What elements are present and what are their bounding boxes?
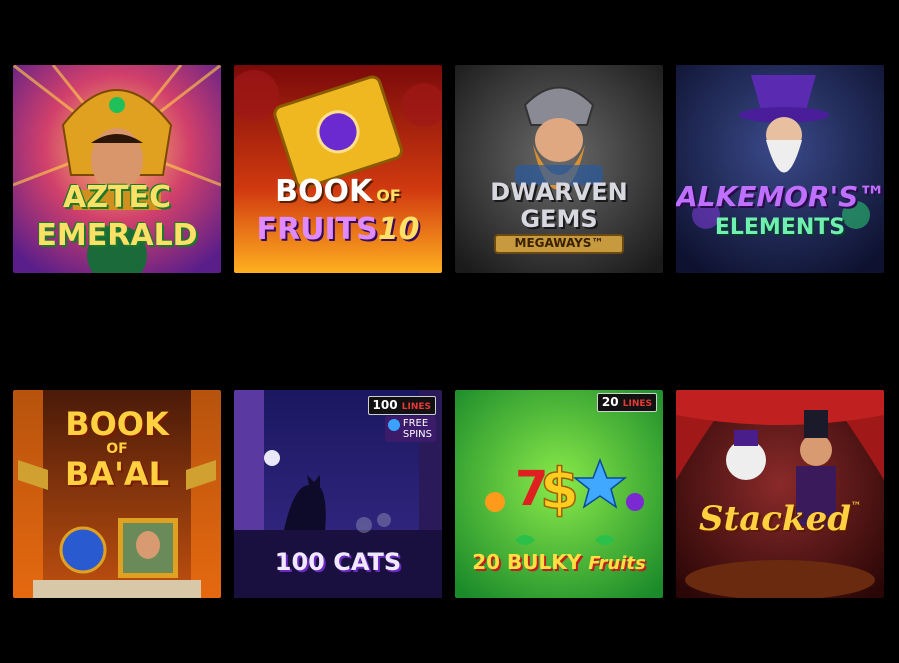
title-num: 10: [377, 212, 420, 247]
title-fruits: FRUITS: [256, 212, 378, 247]
game-title-line1: BOOK: [65, 405, 169, 443]
game-title-line2: ELEMENTS: [714, 215, 846, 240]
lines-badge-number: 100: [372, 398, 398, 412]
lines-badge-label: LINES: [622, 399, 652, 409]
game-title-line2: BA'AL: [64, 455, 170, 493]
lines-badge: 100 LINES: [367, 396, 436, 415]
game-title-line1: AZTEC: [63, 180, 171, 215]
game-tile-book-of-fruits-10[interactable]: BOOK OF FRUITS10: [234, 65, 442, 273]
alkemors-elements-artwork: [676, 65, 884, 273]
game-tile-stacked[interactable]: Stacked™: [676, 390, 884, 598]
free-spins-spins: SPINS: [402, 429, 432, 440]
game-title-of: OF: [106, 441, 128, 457]
title-book: BOOK: [275, 174, 373, 209]
game-title-line1: Stacked™: [676, 499, 884, 539]
game-tile-dwarven-gems-megaways[interactable]: DWARVEN GEMS MEGAWAYS™: [455, 65, 663, 273]
title-fruits: Fruits: [588, 553, 646, 574]
lines-badge: 20 LINES: [596, 393, 657, 412]
game-title-line1: ALKEMOR'S™: [676, 180, 884, 213]
game-title-line2: EMERALD: [36, 218, 198, 253]
game-tile-book-of-baal[interactable]: BOOK OF BA'AL: [13, 390, 221, 598]
title-stacked: Stacked: [699, 499, 851, 539]
free-spins-icon: [387, 419, 400, 431]
lines-badge-label: LINES: [401, 402, 431, 412]
game-title-line2: GEMS: [520, 205, 598, 233]
game-tile-100-cats[interactable]: 100 LINES FREE SPINS 100 CATS: [234, 390, 442, 598]
lines-badge-number: 20: [601, 395, 619, 409]
game-tile-aztec-emerald[interactable]: AZTEC EMERALD: [13, 65, 221, 273]
game-title-line3: MEGAWAYS™: [514, 236, 604, 250]
free-spins-badge: FREE SPINS: [384, 416, 436, 442]
game-title-line1: 100 CATS: [274, 548, 402, 576]
game-tile-20-bulky-fruits[interactable]: 7 $ 20 LINES 20 BULKY Fruits: [455, 390, 663, 598]
stacked-artwork: [676, 390, 884, 598]
title-of: OF: [376, 186, 401, 205]
game-tile-alkemors-elements[interactable]: ALKEMOR'S™ ELEMENTS: [676, 65, 884, 273]
game-title-line1: 20 BULKY Fruits: [455, 552, 663, 573]
svg-text:$: $: [540, 457, 579, 522]
game-title-line2: FRUITS10: [234, 215, 442, 245]
game-title-line1: DWARVEN: [490, 178, 628, 206]
game-title-line1: BOOK OF: [234, 177, 442, 207]
title-20-bulky: 20 BULKY: [472, 550, 582, 574]
free-spins-free: FREE: [402, 418, 429, 429]
title-tm: ™: [850, 501, 861, 512]
